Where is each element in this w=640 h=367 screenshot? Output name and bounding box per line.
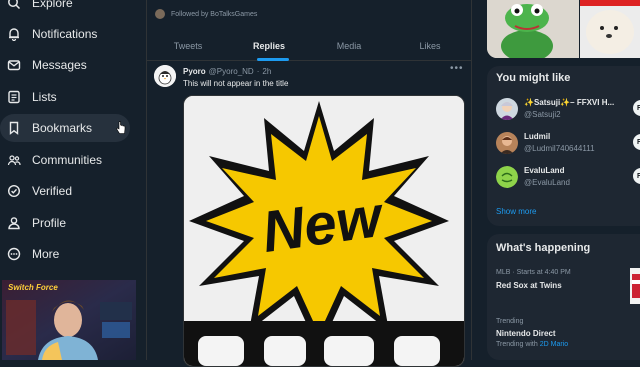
more-options-icon[interactable]: •••	[450, 63, 464, 74]
nav-label: Communities	[32, 153, 103, 167]
nav-verified[interactable]: Verified	[0, 177, 130, 205]
show-more-link[interactable]: Show more	[496, 207, 536, 216]
media-thumbnail-dog[interactable]	[580, 0, 640, 58]
followed-by-text: Followed by BoTalksGames	[171, 10, 258, 18]
suggested-account[interactable]: Ludmil @Ludmil740644111 Fo	[496, 130, 640, 158]
tab-replies[interactable]: Replies	[229, 32, 309, 60]
account-avatar[interactable]	[496, 98, 518, 120]
nav-label: Notifications	[32, 27, 98, 41]
tab-likes[interactable]: Likes	[389, 32, 471, 60]
who-to-follow-title: You might like	[496, 72, 571, 84]
profile-tabs: Tweets Replies Media Likes	[147, 32, 471, 61]
follower-avatar	[155, 9, 165, 19]
trend-context: Trending with 2D Mario	[496, 341, 568, 348]
list-icon	[6, 89, 22, 105]
whats-happening-title: What's happening	[496, 242, 591, 254]
tab-label: Replies	[252, 41, 285, 51]
webcam-overlay-text: Switch Force	[8, 283, 58, 292]
tab-label: Tweets	[173, 41, 203, 51]
nav-label: More	[32, 247, 60, 261]
account-name[interactable]: Ludmil	[524, 132, 616, 141]
bookmark-icon	[6, 120, 22, 136]
trend-meta: MLB · Starts at 4:40 PM	[496, 269, 571, 276]
suggested-account[interactable]: ✨Satsuji✨– FFXVI H... @Satsuji2 Fo	[496, 96, 640, 124]
whats-happening-panel: What's happening MLB · Starts at 4:40 PM…	[487, 234, 640, 360]
envelope-icon	[6, 57, 22, 73]
nav-label: Messages	[32, 58, 87, 72]
tweet-author-avatar[interactable]	[154, 65, 176, 87]
communities-icon	[6, 152, 22, 168]
more-circle-icon	[6, 246, 22, 262]
tab-tweets[interactable]: Tweets	[147, 32, 229, 60]
bell-icon	[6, 26, 22, 42]
trend-thumbnail[interactable]	[630, 268, 640, 304]
trend-name[interactable]: Nintendo Direct	[496, 329, 556, 338]
tweet-author-name[interactable]: Pyoro	[183, 67, 206, 76]
trend-meta: Trending	[496, 318, 524, 325]
follow-button[interactable]: Fo	[633, 100, 640, 116]
nav-label: Profile	[32, 216, 67, 230]
nav-explore[interactable]: Explore	[0, 0, 130, 17]
tweet-separator: ·	[256, 67, 260, 76]
who-to-follow-panel: You might like ✨Satsuji✨– FFXVI H... @Sa…	[487, 66, 640, 226]
trending-with-link[interactable]: 2D Mario	[540, 341, 568, 348]
search-icon	[6, 0, 22, 11]
right-sidebar: You might like ✨Satsuji✨– FFXVI H... @Sa…	[487, 0, 640, 360]
profile-timeline: Followed by BoTalksGames Tweets Replies …	[146, 0, 472, 367]
nav-lists[interactable]: Lists	[0, 83, 130, 111]
tweet-time[interactable]: 2h	[262, 67, 271, 76]
new-starburst-image: New	[184, 96, 464, 366]
media-thumbnail-frog[interactable]	[487, 0, 579, 58]
account-handle: @EvaluLand	[524, 178, 570, 187]
suggested-account[interactable]: EvaluLand @EvaluLand Fo	[496, 164, 640, 192]
tab-label: Likes	[419, 41, 441, 51]
account-handle: @Satsuji2	[524, 110, 561, 119]
nav-label: Bookmarks	[32, 121, 93, 135]
nav-profile[interactable]: Profile	[0, 209, 130, 237]
account-handle: @Ludmil740644111	[524, 144, 595, 153]
nav-notifications[interactable]: Notifications	[0, 20, 130, 48]
hand-cursor-icon	[116, 121, 126, 134]
tweet-image[interactable]: New	[183, 95, 465, 367]
follow-button[interactable]: Fo	[633, 168, 640, 184]
nav-more[interactable]: More	[0, 240, 130, 268]
nav-label: Lists	[32, 90, 57, 104]
tweet[interactable]: Pyoro @Pyoro_ND · 2h ••• This will not appe…	[147, 61, 471, 367]
account-avatar[interactable]	[496, 132, 518, 154]
account-avatar[interactable]	[496, 166, 518, 188]
account-name[interactable]: ✨Satsuji✨– FFXVI H...	[524, 98, 616, 107]
tab-media[interactable]: Media	[309, 32, 389, 60]
nav-label: Verified	[32, 184, 73, 198]
profile-icon	[6, 215, 22, 231]
webcam-frame	[2, 280, 136, 360]
nav-label: Explore	[32, 0, 73, 10]
nav-bookmarks[interactable]: Bookmarks	[0, 114, 130, 142]
account-name[interactable]: EvaluLand	[524, 166, 616, 175]
trend-name[interactable]: Red Sox at Twins	[496, 281, 562, 290]
webcam-overlay: Switch Force	[2, 280, 136, 360]
tweet-text: This will not appear in the title	[183, 79, 289, 88]
nav-messages[interactable]: Messages	[0, 51, 130, 79]
trending-with-label: Trending with	[496, 341, 538, 348]
tab-label: Media	[336, 41, 362, 51]
follow-button[interactable]: Fo	[633, 134, 640, 150]
tweet-header: Pyoro @Pyoro_ND · 2h	[183, 67, 271, 76]
tweet-author-handle[interactable]: @Pyoro_ND	[209, 67, 254, 76]
nav-communities[interactable]: Communities	[0, 146, 130, 174]
followed-by: Followed by BoTalksGames	[155, 9, 257, 19]
verified-icon	[6, 183, 22, 199]
